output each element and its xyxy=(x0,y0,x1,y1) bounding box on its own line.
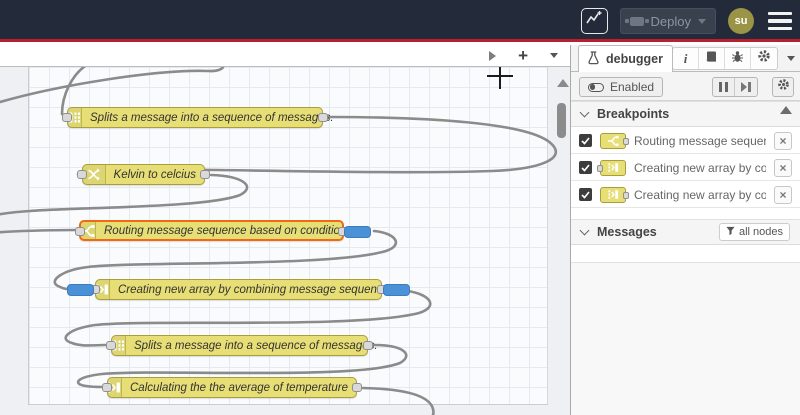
input-port[interactable] xyxy=(62,113,72,122)
messages-section-header[interactable]: Messages all nodes xyxy=(571,219,800,245)
filter-icon xyxy=(726,226,735,239)
flow-node-split-2[interactable]: Splits a message into a sequence of mess… xyxy=(106,335,378,356)
join-node-icon xyxy=(597,159,626,176)
breakpoints-section-header[interactable]: Breakpoints xyxy=(571,101,800,127)
enabled-toggle-button[interactable]: Enabled xyxy=(579,77,664,97)
flow-editor: + Splits a message into a sequence of me… xyxy=(0,45,570,415)
remove-breakpoint-button[interactable]: × xyxy=(774,185,792,204)
input-port[interactable] xyxy=(77,170,87,179)
flow-node-join-2[interactable]: Calculating the the average of temperatu… xyxy=(102,377,362,398)
section-title: Messages xyxy=(597,225,657,239)
node-label: Kelvin to celcius xyxy=(113,168,196,181)
breakpoint-label: Creating new array by combini xyxy=(634,187,766,202)
sidebar-tabrow: debugger i xyxy=(571,45,800,72)
breakpoint-checkbox[interactable] xyxy=(579,188,592,201)
sidebar-scroll-up-icon[interactable] xyxy=(780,106,792,114)
crosshair-cursor xyxy=(487,75,513,77)
info-icon: i xyxy=(683,50,688,66)
output-port[interactable] xyxy=(200,170,210,179)
toggle-icon xyxy=(588,82,604,92)
flow-node-change[interactable]: Kelvin to celcius xyxy=(77,164,210,185)
assistant-button[interactable] xyxy=(580,8,608,34)
filter-label: all nodes xyxy=(738,226,783,238)
deploy-label: Deploy xyxy=(650,13,691,29)
output-port xyxy=(623,191,629,199)
breakpoint-row[interactable]: Creating new array by combini × xyxy=(571,182,800,208)
debugger-toolbar: Enabled xyxy=(571,72,800,101)
step-button[interactable] xyxy=(735,78,757,96)
tab-label: debugger xyxy=(606,52,663,66)
chevron-down-icon xyxy=(579,225,590,236)
step-next-icon xyxy=(741,82,751,92)
breakpoint-marker[interactable] xyxy=(67,284,94,296)
flow-tabbar: + xyxy=(0,45,570,67)
crosshair-cursor xyxy=(499,67,501,89)
breakpoint-row[interactable]: Routing message sequence ba × xyxy=(571,128,800,154)
main-menu-button[interactable] xyxy=(766,8,794,35)
node-label: Calculating the the average of temperatu… xyxy=(130,381,348,394)
switch-node-icon xyxy=(600,132,629,149)
node-label: Creating new array by combining message … xyxy=(118,283,390,296)
debugger-settings-button[interactable] xyxy=(772,77,794,97)
node-label: Routing message sequence based on condit… xyxy=(104,224,347,237)
node-icon xyxy=(624,16,649,26)
breakpoint-label: Routing message sequence ba xyxy=(634,133,766,148)
flow-canvas[interactable]: Splits a message into a sequence of mess… xyxy=(0,67,570,415)
remove-breakpoint-button[interactable]: × xyxy=(774,158,792,177)
node-label: Splits a message into a sequence of mess… xyxy=(90,111,334,124)
join-node-icon xyxy=(600,186,629,203)
canvas-scroll-up-icon[interactable] xyxy=(557,79,569,87)
input-port[interactable] xyxy=(75,227,85,236)
remove-breakpoint-button[interactable]: × xyxy=(774,131,792,150)
user-avatar[interactable]: su xyxy=(728,8,754,34)
enabled-label: Enabled xyxy=(610,80,655,94)
book-icon xyxy=(705,50,718,68)
debug-tab-button[interactable] xyxy=(725,48,751,69)
canvas-scrollbar-thumb[interactable] xyxy=(557,103,566,138)
input-port[interactable] xyxy=(106,341,116,350)
config-tab-button[interactable] xyxy=(751,48,777,69)
breakpoint-checkbox[interactable] xyxy=(579,161,592,174)
sidebar-menu-icon[interactable] xyxy=(787,56,795,61)
debug-sidebar: debugger i Enabled Breakpoints Routing m… xyxy=(570,45,800,415)
help-tab-button[interactable] xyxy=(699,48,725,69)
output-port[interactable] xyxy=(318,113,328,122)
input-port[interactable] xyxy=(102,383,112,392)
tab-scroll-right-icon[interactable] xyxy=(489,50,497,61)
message-filter-button[interactable]: all nodes xyxy=(718,223,790,241)
chart-sparkle-icon xyxy=(585,10,604,32)
gear-icon xyxy=(777,78,790,96)
add-flow-button[interactable]: + xyxy=(518,47,528,64)
app-header: Deploy su xyxy=(0,0,800,42)
input-port xyxy=(597,164,603,172)
messages-empty-area xyxy=(571,262,800,415)
flask-icon xyxy=(587,50,600,68)
breakpoint-marker[interactable] xyxy=(344,226,371,238)
chevron-down-icon xyxy=(579,107,590,118)
info-tab-button[interactable]: i xyxy=(673,48,699,69)
bug-icon xyxy=(731,50,744,68)
output-port xyxy=(623,137,629,145)
flow-node-split-1[interactable]: Splits a message into a sequence of mess… xyxy=(62,107,334,128)
node-red-app: Deploy su + Splits a message into a sequ… xyxy=(0,0,800,415)
tab-debugger[interactable]: debugger xyxy=(578,45,673,72)
breakpoint-label: Creating new array by combini xyxy=(634,160,766,175)
pause-icon xyxy=(719,82,728,92)
flow-list-dropdown-icon[interactable] xyxy=(550,53,558,58)
flow-node-join-1[interactable]: Creating new array by combining message … xyxy=(67,279,410,300)
chevron-down-icon[interactable] xyxy=(698,18,706,24)
deploy-button[interactable]: Deploy xyxy=(619,8,716,34)
breakpoint-row[interactable]: Creating new array by combini × xyxy=(571,155,800,181)
breakpoint-marker[interactable] xyxy=(383,284,410,296)
output-port[interactable] xyxy=(352,383,362,392)
gear-icon xyxy=(757,49,771,68)
output-port[interactable] xyxy=(363,341,373,350)
section-title: Breakpoints xyxy=(597,107,670,121)
pause-button[interactable] xyxy=(713,78,735,96)
breakpoint-checkbox[interactable] xyxy=(579,134,592,147)
flow-node-switch[interactable]: Routing message sequence based on condit… xyxy=(75,220,371,241)
node-label: Splits a message into a sequence of mess… xyxy=(134,339,378,352)
messages-list xyxy=(571,246,800,262)
